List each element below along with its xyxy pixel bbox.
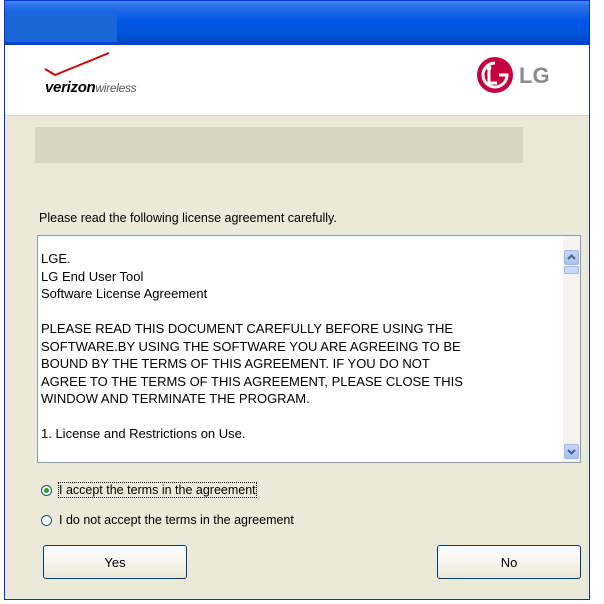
license-line: PLEASE READ THIS DOCUMENT CAREFULLY BEFO… xyxy=(41,321,454,336)
license-line: 1. License and Restrictions on Use. xyxy=(41,426,246,441)
verizon-wireless-logo: verizonwireless xyxy=(43,49,213,101)
license-line: SOFTWARE.BY USING THE SOFTWARE YOU ARE A… xyxy=(41,338,461,354)
status-bar-placeholder xyxy=(35,127,523,163)
wireless-word: wireless xyxy=(95,81,137,95)
decline-radio[interactable] xyxy=(41,514,52,526)
decline-option[interactable]: I do not accept the terms in the agreeme… xyxy=(41,513,294,527)
scroll-thumb[interactable] xyxy=(564,266,579,274)
lg-face-icon xyxy=(477,57,513,93)
license-line: LG End User Tool xyxy=(41,268,144,284)
license-blank-line xyxy=(41,408,551,426)
license-line: Software License Agreement xyxy=(41,286,208,301)
title-bar-block xyxy=(5,13,117,42)
decline-label[interactable]: I do not accept the terms in the agreeme… xyxy=(59,513,294,527)
chevron-up-icon xyxy=(567,254,576,260)
accept-option[interactable]: I accept the terms in the agreement xyxy=(41,482,257,498)
license-line: LGE. xyxy=(41,251,71,266)
lg-wordmark: LG xyxy=(519,63,550,88)
installer-window: verizonwireless LG Please read the follo… xyxy=(4,0,590,600)
yes-button[interactable]: Yes xyxy=(43,545,187,579)
verizon-check-icon xyxy=(44,52,110,77)
no-button[interactable]: No xyxy=(437,545,581,579)
verizon-wordmark: verizonwireless xyxy=(45,79,137,96)
verizon-word: verizon xyxy=(45,79,96,96)
lg-logo: LG xyxy=(475,51,567,99)
scroll-up-button[interactable] xyxy=(564,250,579,265)
vertical-scrollbar[interactable] xyxy=(563,236,580,462)
chevron-down-icon xyxy=(567,449,576,455)
license-text-box[interactable]: LGE. LG End User Tool Software License Agr… xyxy=(37,235,581,463)
license-line: WINDOW AND TERMINATE THE PROGRAM. xyxy=(41,391,310,406)
license-line: AGREE TO THE TERMS OF THIS AGREEMENT, PL… xyxy=(41,373,463,389)
license-text: LGE. LG End User Tool Software License Agr… xyxy=(41,250,551,443)
license-blank-line xyxy=(41,303,551,321)
scroll-down-button[interactable] xyxy=(564,444,579,459)
accept-label[interactable]: I accept the terms in the agreement xyxy=(58,482,257,498)
title-bar[interactable] xyxy=(5,1,589,45)
instruction-text: Please read the following license agreem… xyxy=(39,211,337,225)
accept-radio[interactable] xyxy=(41,484,52,496)
license-line: BOUND BY THE TERMS OF THIS AGREEMENT. IF… xyxy=(41,356,430,371)
